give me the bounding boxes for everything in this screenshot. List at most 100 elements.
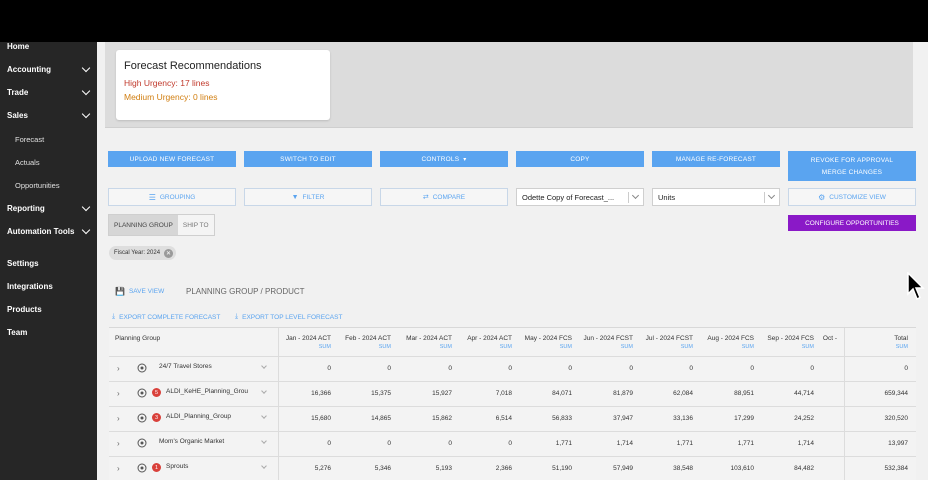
chevron-down-icon[interactable]	[261, 363, 267, 369]
table-cell[interactable]: 0	[629, 365, 633, 372]
close-icon[interactable]: ✕	[164, 248, 174, 258]
sidebar-item-team[interactable]: Team	[7, 325, 89, 339]
table-cell[interactable]: 37,947	[613, 415, 633, 422]
table-cell[interactable]: 88,951	[734, 390, 754, 397]
table-cell[interactable]: 38,548	[673, 465, 693, 472]
table-cell[interactable]: 0	[387, 365, 391, 372]
table-cell[interactable]: 1,714	[617, 440, 633, 447]
column-header[interactable]: Sep - 2024 FCS SUM	[767, 328, 814, 356]
sidebar-item-reporting[interactable]: Reporting	[7, 201, 91, 215]
forecast-select[interactable]: Odette Copy of Forecast_...	[516, 188, 644, 206]
sidebar-item-integrations[interactable]: Integrations	[7, 279, 89, 293]
manage-reforecast-button[interactable]: Manage Re-Forecast	[652, 151, 780, 167]
table-cell[interactable]: 532,384	[885, 465, 909, 472]
table-cell[interactable]: 81,879	[613, 390, 633, 397]
column-header[interactable]: Jan - 2024 ACT SUM	[286, 328, 331, 356]
table-cell[interactable]: 17,299	[734, 415, 754, 422]
alert-badge[interactable]: 5	[152, 388, 161, 397]
table-cell[interactable]: 7,018	[496, 390, 512, 397]
toggle-ship-to[interactable]: Ship To	[177, 215, 214, 235]
table-cell[interactable]: 15,927	[432, 390, 452, 397]
sidebar-subitem-opportunities[interactable]: Opportunities	[15, 178, 60, 192]
sidebar-item-sales[interactable]: Sales	[7, 108, 91, 122]
table-cell[interactable]: 44,714	[794, 390, 814, 397]
sidebar-item-settings[interactable]: Settings	[7, 256, 89, 270]
table-cell[interactable]: 6,514	[496, 415, 512, 422]
table-cell[interactable]: 1,771	[677, 440, 693, 447]
column-header[interactable]: May - 2024 FCS SUM	[525, 328, 572, 356]
table-cell[interactable]: 13,997	[888, 440, 908, 447]
table-cell[interactable]: 659,344	[885, 390, 909, 397]
table-cell[interactable]: 5,193	[436, 465, 452, 472]
upload-forecast-button[interactable]: Upload New Forecast	[108, 151, 236, 167]
table-cell[interactable]: 24,252	[794, 415, 814, 422]
table-cell[interactable]: 62,084	[673, 390, 693, 397]
table-row[interactable]: › Mom's Organic Market 0 0 0 0 1,771 1,714 1,771…	[109, 431, 916, 456]
table-cell[interactable]: 0	[448, 440, 452, 447]
expand-row-icon[interactable]: ›	[117, 464, 120, 473]
customize-view-button[interactable]: ⚙ Customize View	[788, 188, 916, 206]
table-cell[interactable]: 0	[750, 365, 754, 372]
column-header[interactable]: Mar - 2024 ACT SUM	[406, 328, 452, 356]
column-header-planning-group[interactable]: Planning Group	[115, 328, 160, 356]
table-cell[interactable]: 56,833	[552, 415, 572, 422]
expand-row-icon[interactable]: ›	[117, 414, 120, 423]
table-cell[interactable]: 84,482	[794, 465, 814, 472]
chevron-down-icon[interactable]	[261, 413, 267, 419]
table-cell[interactable]: 33,136	[673, 415, 693, 422]
expand-row-icon[interactable]: ›	[117, 364, 120, 373]
expand-row-icon[interactable]: ›	[117, 389, 120, 398]
sidebar-item-automation-tools[interactable]: Automation Tools	[7, 224, 91, 238]
column-header[interactable]: Total SUM	[894, 328, 908, 356]
table-cell[interactable]: 0	[387, 440, 391, 447]
table-cell[interactable]: 0	[327, 440, 331, 447]
sidebar-item-trade[interactable]: Trade	[7, 85, 91, 99]
column-header[interactable]: Jul - 2024 FCST SUM	[646, 328, 693, 356]
switch-to-edit-button[interactable]: Switch to Edit	[244, 151, 372, 167]
table-cell[interactable]: 1,771	[556, 440, 572, 447]
column-header[interactable]: Oct -	[823, 328, 837, 356]
fiscal-year-chip[interactable]: Fiscal Year: 2024 ✕	[109, 246, 177, 260]
table-row[interactable]: › 3 ALDI_Planning_Group 15,680 14,865 15,862 6…	[109, 406, 916, 431]
merge-changes-button[interactable]: Merge Changes	[822, 169, 882, 176]
table-cell[interactable]: 103,610	[731, 465, 755, 472]
units-select[interactable]: Units	[652, 188, 780, 206]
table-cell[interactable]: 0	[508, 440, 512, 447]
table-cell[interactable]: 0	[508, 365, 512, 372]
table-cell[interactable]: 15,862	[432, 415, 452, 422]
table-cell[interactable]: 2,366	[496, 465, 512, 472]
table-cell[interactable]: 0	[904, 365, 908, 372]
table-cell[interactable]: 84,071	[552, 390, 572, 397]
table-cell[interactable]: 0	[689, 365, 693, 372]
table-cell[interactable]: 14,865	[371, 415, 391, 422]
table-row[interactable]: › 5 ALDI_KeHE_Planning_Grou 16,366 15,375 15,…	[109, 381, 916, 406]
expand-row-icon[interactable]: ›	[117, 439, 120, 448]
table-cell[interactable]: 1,771	[738, 440, 754, 447]
table-cell[interactable]: 15,680	[311, 415, 331, 422]
table-cell[interactable]: 51,190	[552, 465, 572, 472]
chevron-down-icon[interactable]	[261, 438, 267, 444]
copy-button[interactable]: Copy	[516, 151, 644, 167]
revoke-for-approval-button[interactable]: Revoke for Approval	[811, 157, 893, 164]
configure-opportunities-button[interactable]: Configure Opportunities	[788, 215, 916, 231]
medium-urgency-text[interactable]: Medium Urgency: 0 lines	[124, 92, 322, 102]
table-cell[interactable]: 57,949	[613, 465, 633, 472]
chevron-down-icon[interactable]	[261, 388, 267, 394]
table-cell[interactable]: 0	[810, 365, 814, 372]
export-top-level-button[interactable]: ⤓ Export Top Level Forecast	[235, 313, 342, 321]
toggle-planning-group[interactable]: Planning Group	[109, 215, 178, 235]
table-cell[interactable]: 15,375	[371, 390, 391, 397]
table-cell[interactable]: 5,276	[315, 465, 331, 472]
sidebar-item-home[interactable]: Home	[7, 42, 89, 53]
column-header[interactable]: Jun - 2024 FCST SUM	[584, 328, 634, 356]
chevron-down-icon[interactable]	[261, 463, 267, 469]
column-header[interactable]: Aug - 2024 FCS SUM	[707, 328, 754, 356]
alert-badge[interactable]: 1	[152, 463, 161, 472]
compare-button[interactable]: ⇄ Compare	[380, 188, 508, 206]
save-view-button[interactable]: 💾 Save View	[115, 287, 164, 296]
table-row[interactable]: › 1 Sprouts 5,276 5,346 5,193 2,366 51,190 57,94…	[109, 456, 916, 480]
table-cell[interactable]: 5,346	[375, 465, 391, 472]
table-cell[interactable]: 1,714	[798, 440, 814, 447]
export-complete-button[interactable]: ⤓ Export Complete Forecast	[112, 313, 220, 321]
filter-button[interactable]: ▼ Filter	[244, 188, 372, 206]
